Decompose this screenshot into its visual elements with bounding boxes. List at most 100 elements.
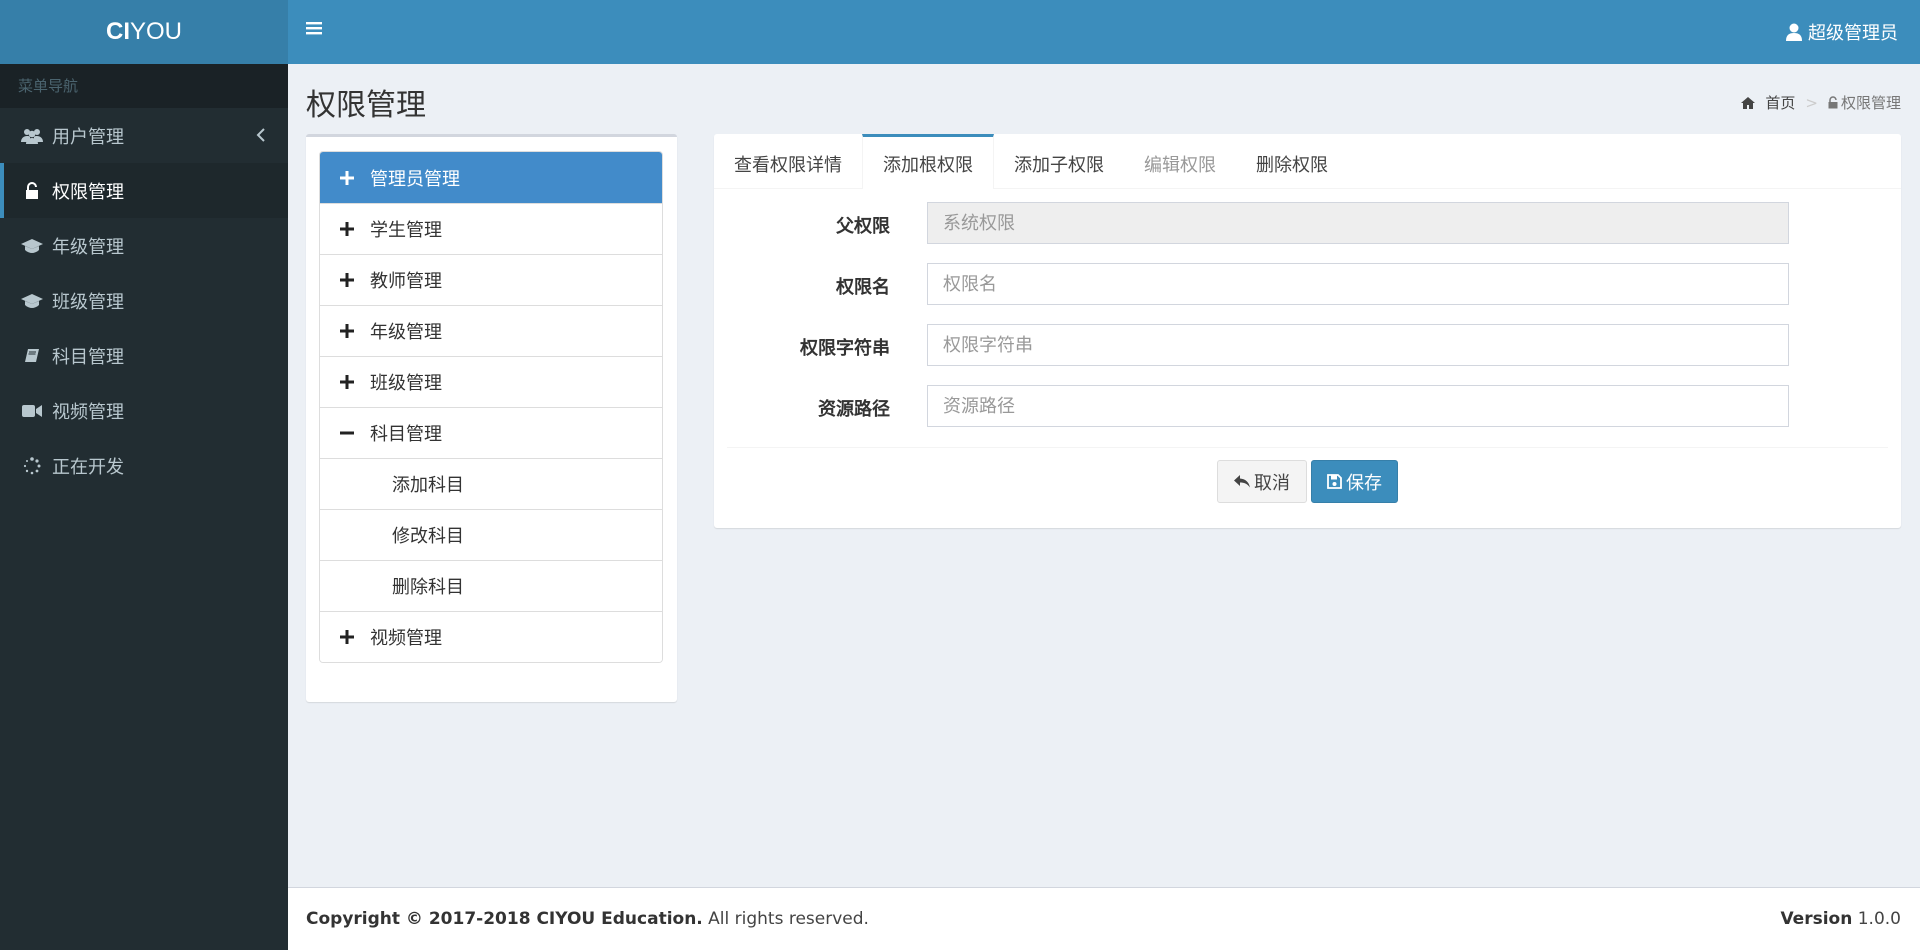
minus-icon[interactable] xyxy=(338,426,356,440)
tree-item[interactable]: 教师管理 xyxy=(320,254,662,305)
reply-icon xyxy=(1234,474,1250,487)
sidebar-item-label: 权限管理 xyxy=(52,181,124,203)
form-row-path: 资源路径 xyxy=(714,385,1901,427)
version-label: Version xyxy=(1780,909,1853,929)
parent-field[interactable] xyxy=(927,202,1789,244)
tree-item-label: 教师管理 xyxy=(370,271,442,292)
user-name: 超级管理员 xyxy=(1808,23,1898,44)
footer: Copyright © 2017-2018 CIYOU Education. A… xyxy=(288,887,1920,950)
plus-icon[interactable] xyxy=(338,324,356,338)
sidebar-item-label: 科目管理 xyxy=(52,346,124,368)
name-label: 权限名 xyxy=(836,277,890,298)
breadcrumb-home[interactable]: 首页 xyxy=(1765,92,1795,113)
breadcrumb-separator: > xyxy=(1805,93,1818,112)
tab-edit[interactable]: 编辑权限 xyxy=(1124,134,1236,189)
tab-bar: 查看权限详情 添加根权限 添加子权限 编辑权限 删除权限 xyxy=(714,134,1901,189)
sidebar-item-permissions[interactable]: 权限管理 xyxy=(0,163,288,218)
permission-name-input[interactable] xyxy=(927,263,1789,305)
tree-item-label: 科目管理 xyxy=(370,424,442,445)
sidebar: CI YOU 菜单导航 用户管理 权限管理 年级管理 班级管理 科目管理 视频管… xyxy=(0,0,288,950)
menu-toggle-icon[interactable] xyxy=(306,20,328,42)
users-icon xyxy=(20,126,44,146)
sidebar-item-users[interactable]: 用户管理 xyxy=(0,108,288,163)
graduation-cap-icon xyxy=(20,291,44,311)
tree-item-label: 管理员管理 xyxy=(370,168,460,190)
tree-item-label: 添加科目 xyxy=(392,475,464,496)
book-icon xyxy=(20,346,44,366)
tree-item-label: 视频管理 xyxy=(370,628,442,649)
sidebar-item-label: 用户管理 xyxy=(52,126,124,148)
permission-code-input[interactable] xyxy=(927,324,1789,366)
home-icon xyxy=(1741,96,1756,109)
cancel-label: 取消 xyxy=(1254,472,1290,494)
tree-item[interactable]: 视频管理 xyxy=(320,611,662,662)
tree-item-label: 学生管理 xyxy=(370,220,442,241)
tree-item[interactable]: 学生管理 xyxy=(320,203,662,254)
version-number: 1.0.0 xyxy=(1852,909,1901,929)
unlock-icon xyxy=(20,181,44,201)
chevron-left-icon xyxy=(256,126,266,147)
sidebar-item-videos[interactable]: 视频管理 xyxy=(0,383,288,438)
tab-view-details[interactable]: 查看权限详情 xyxy=(714,134,862,189)
spinner-icon xyxy=(20,456,44,476)
copyright: Copyright © 2017-2018 CIYOU Education. A… xyxy=(306,909,869,929)
save-label: 保存 xyxy=(1346,472,1382,494)
path-label: 资源路径 xyxy=(818,399,890,420)
save-button[interactable]: 保存 xyxy=(1311,460,1398,503)
sidebar-item-subjects[interactable]: 科目管理 xyxy=(0,328,288,383)
plus-icon[interactable] xyxy=(338,630,356,644)
sidebar-item-label: 班级管理 xyxy=(52,291,124,313)
form-row-code: 权限字符串 xyxy=(714,324,1901,366)
sidebar-item-label: 年级管理 xyxy=(52,236,124,258)
plus-icon[interactable] xyxy=(338,170,356,185)
cancel-button[interactable]: 取消 xyxy=(1217,460,1307,503)
unlock-icon xyxy=(1828,96,1838,109)
sidebar-item-label: 正在开发 xyxy=(52,456,124,478)
plus-icon[interactable] xyxy=(338,273,356,287)
tree-child-item[interactable]: 添加科目 xyxy=(320,458,662,509)
tree-item[interactable]: 科目管理 xyxy=(320,407,662,458)
sidebar-item-classes[interactable]: 班级管理 xyxy=(0,273,288,328)
parent-label: 父权限 xyxy=(836,216,890,237)
video-camera-icon xyxy=(20,401,44,421)
tab-add-child[interactable]: 添加子权限 xyxy=(994,134,1124,189)
form-row-name: 权限名 xyxy=(714,263,1901,305)
tree-item-label: 删除科目 xyxy=(392,577,464,598)
user-menu[interactable]: 超级管理员 xyxy=(1786,0,1898,64)
form-row-parent: 父权限 xyxy=(714,202,1901,244)
floppy-disk-icon xyxy=(1327,474,1342,489)
plus-icon[interactable] xyxy=(338,222,356,236)
sidebar-item-developing[interactable]: 正在开发 xyxy=(0,438,288,493)
form-divider xyxy=(727,447,1888,448)
app-logo[interactable]: CI YOU xyxy=(0,0,288,64)
tree-item-label: 修改科目 xyxy=(392,526,464,547)
tab-delete[interactable]: 删除权限 xyxy=(1236,134,1348,189)
breadcrumb: 首页 > 权限管理 xyxy=(1741,92,1901,113)
logo-rest: YOU xyxy=(129,18,182,45)
user-icon xyxy=(1786,23,1802,41)
breadcrumb-current: 权限管理 xyxy=(1840,94,1901,112)
sidebar-item-grades[interactable]: 年级管理 xyxy=(0,218,288,273)
tree-child-item[interactable]: 删除科目 xyxy=(320,560,662,611)
version: Version 1.0.0 xyxy=(1780,909,1901,929)
top-navbar: 超级管理员 xyxy=(288,0,1920,64)
page-title: 权限管理 xyxy=(306,88,426,123)
graduation-cap-icon xyxy=(20,236,44,256)
permission-form-panel: 查看权限详情 添加根权限 添加子权限 编辑权限 删除权限 父权限 权限名 权限字… xyxy=(714,134,1901,528)
permission-tree: 管理员管理 学生管理 教师管理 年级管理 班级管理 科目管理 添加科目 修改科目 xyxy=(319,151,663,663)
tree-item-label: 班级管理 xyxy=(370,373,442,394)
plus-icon[interactable] xyxy=(338,375,356,389)
copyright-rights: All rights reserved. xyxy=(702,909,869,929)
permission-tree-panel: 管理员管理 学生管理 教师管理 年级管理 班级管理 科目管理 添加科目 修改科目 xyxy=(306,134,677,702)
tree-item[interactable]: 班级管理 xyxy=(320,356,662,407)
resource-path-input[interactable] xyxy=(927,385,1789,427)
tree-item-label: 年级管理 xyxy=(370,322,442,343)
code-label: 权限字符串 xyxy=(800,338,890,359)
copyright-strong: Copyright © 2017-2018 CIYOU Education. xyxy=(306,909,703,929)
tree-child-item[interactable]: 修改科目 xyxy=(320,509,662,560)
tab-add-root[interactable]: 添加根权限 xyxy=(862,134,994,189)
tree-item[interactable]: 管理员管理 xyxy=(320,152,662,203)
sidebar-header: 菜单导航 xyxy=(0,64,288,108)
tree-item[interactable]: 年级管理 xyxy=(320,305,662,356)
logo-bold: CI xyxy=(105,18,130,45)
